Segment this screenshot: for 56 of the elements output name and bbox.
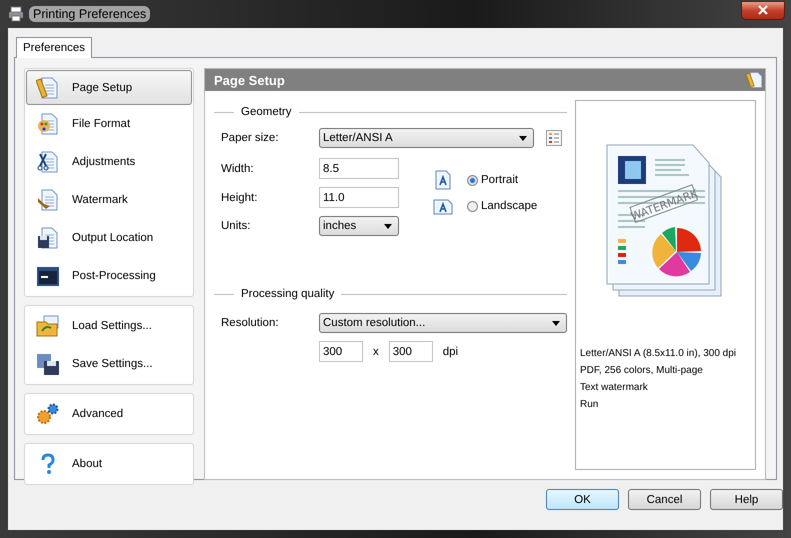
- panel-title: Page Setup: [214, 72, 285, 88]
- gears-icon: [36, 402, 60, 426]
- ruler-page-icon: [36, 76, 60, 100]
- height-field[interactable]: 11.0: [319, 187, 399, 208]
- list-icon[interactable]: [546, 130, 562, 146]
- units-dropdown[interactable]: inches: [319, 216, 399, 236]
- window-title: Printing Preferences: [29, 6, 150, 22]
- console-window-icon: [36, 264, 60, 288]
- summary-line: Run: [580, 398, 600, 411]
- field-label: Width:: [221, 162, 255, 174]
- caret-icon: [519, 136, 527, 140]
- dpi-y-field[interactable]: 300: [388, 341, 433, 362]
- resolution-dropdown[interactable]: Custom resolution...: [319, 313, 567, 333]
- dialog-button[interactable]: Cancel: [628, 489, 701, 510]
- section-legend: Geometry: [241, 106, 292, 118]
- orientation-radio[interactable]: Portrait: [467, 174, 518, 186]
- ruler-page-icon: [746, 71, 764, 89]
- times-sign: x: [373, 346, 379, 358]
- floppy-disk-icon: [36, 352, 60, 376]
- portrait-page-icon: [433, 170, 453, 190]
- sidebar-item[interactable]: Post-Processing: [26, 257, 192, 295]
- dialog-button[interactable]: OK: [546, 489, 619, 510]
- sidebar-item[interactable]: File Format: [26, 105, 192, 143]
- summary-line: Letter/ANSI A (8.5x11.0 in), 300 dpi: [580, 347, 738, 360]
- floppy-page-icon: [36, 226, 60, 250]
- brush-page-icon: [36, 188, 60, 212]
- summary-line: Text watermark: [580, 381, 649, 394]
- unit-label: dpi: [442, 346, 458, 358]
- printer-icon: [8, 6, 24, 22]
- close-icon: [757, 5, 769, 15]
- width-field[interactable]: 8.5: [319, 158, 399, 179]
- caret-icon: [552, 320, 560, 326]
- orientation-radio[interactable]: Landscape: [467, 200, 538, 212]
- paper-size-dropdown[interactable]: Letter/ANSI A: [319, 128, 534, 148]
- caret-icon: [384, 224, 392, 228]
- summary-line: PDF, 256 colors, Multi-page: [580, 364, 704, 377]
- dialog-button[interactable]: Help: [710, 489, 783, 510]
- tab[interactable]: Preferences: [16, 37, 92, 58]
- sidebar-item[interactable]: Advanced: [26, 395, 192, 433]
- sidebar-item[interactable]: Watermark: [26, 181, 192, 219]
- sidebar-item[interactable]: Page Setup: [26, 70, 192, 105]
- sidebar-item[interactable]: About: [26, 445, 192, 483]
- dpi-x-field[interactable]: 300: [319, 341, 363, 362]
- field-label: Resolution:: [221, 317, 280, 329]
- sidebar-item[interactable]: Load Settings...: [26, 307, 192, 345]
- scissors-page-icon: [36, 150, 60, 174]
- field-label: Units:: [221, 220, 252, 232]
- section-legend: Processing quality: [241, 288, 334, 300]
- sidebar-item[interactable]: Output Location: [26, 219, 192, 257]
- sidebar-item[interactable]: Adjustments: [26, 143, 192, 181]
- folder-arrow-icon: [36, 314, 60, 338]
- close-button[interactable]: [741, 0, 785, 20]
- palette-page-icon: [36, 112, 60, 136]
- field-label: Paper size:: [221, 132, 280, 144]
- field-label: Height:: [221, 192, 258, 204]
- sidebar-item[interactable]: Save Settings...: [26, 345, 192, 383]
